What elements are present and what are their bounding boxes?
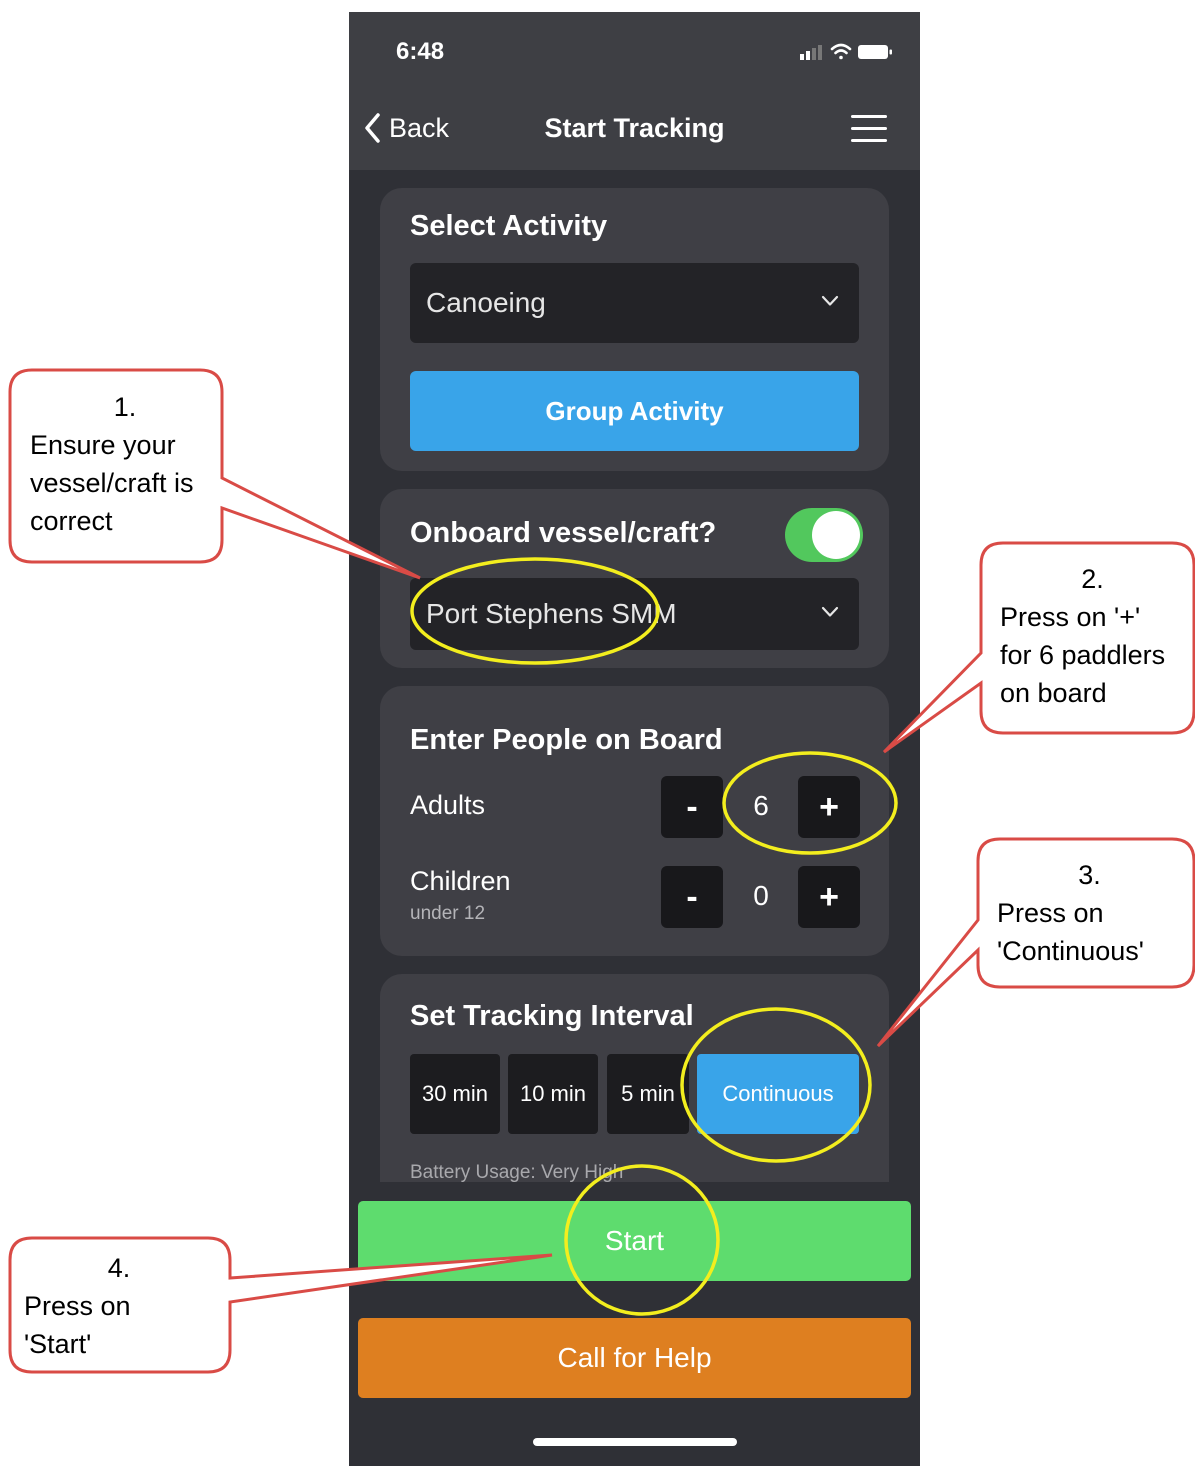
onboard-vessel-toggle[interactable] [785,508,863,562]
callout-3-line-1: Press on [997,898,1104,928]
callout-3-number: 3. [1078,860,1101,890]
start-button[interactable]: Start [358,1201,911,1281]
callout-1-line-2: vessel/craft is [30,468,194,498]
adults-label: Adults [410,790,486,820]
activity-card: Select Activity Canoeing Group Activity [380,188,889,471]
vessel-title: Onboard vessel/craft? [410,517,717,549]
status-time: 6:48 [396,38,445,65]
callout-4-number: 4. [107,1253,131,1283]
status-bar: 6:48 [349,12,920,92]
callout-2-number: 2. [1081,564,1104,594]
callout-4-line-1: Press on [24,1291,131,1321]
signal-icon [800,45,822,60]
chevron-down-icon [821,295,839,306]
vessel-select[interactable]: Port Stephens SMM [410,578,859,650]
adults-plus-button[interactable]: + [798,776,860,838]
callout-2-line-1: Press on '+' [1000,602,1141,632]
phone-screen: 6:48 Back Start Tracking Select Activity… [349,12,920,1466]
callout-4-line-2: 'Start' [24,1329,92,1359]
interval-option-5-min[interactable]: 5 min [607,1054,689,1134]
callout-2-text: 2. Press on '+' for 6 paddlers on board [1000,560,1185,712]
interval-option-10-min[interactable]: 10 min [508,1054,598,1134]
battery-icon [858,45,892,59]
children-label: Children [410,866,511,896]
callout-2-line-2: for 6 paddlers [1000,640,1166,670]
interval-title: Set Tracking Interval [410,1000,694,1032]
call-for-help-button[interactable]: Call for Help [358,1318,911,1398]
callout-1-line-1: Ensure your [30,430,176,460]
interval-option-30-min[interactable]: 30 min [410,1054,500,1134]
callout-1-number: 1. [113,392,137,422]
interval-card: Set Tracking Interval 30 min 10 min 5 mi… [380,974,889,1182]
callout-3-text: 3. Press on 'Continuous' [997,856,1182,970]
children-count: 0 [753,880,769,911]
people-card: Enter People on Board Adults - 6 + Child… [380,686,889,956]
callout-2-line-3: on board [1000,678,1107,708]
callout-1-line-3: correct [30,506,113,536]
callout-4-text: 4. Press on 'Start' [24,1249,214,1363]
vessel-selected-value: Port Stephens SMM [426,598,677,629]
children-sublabel: under 12 [410,903,486,924]
home-indicator [533,1438,737,1446]
adults-count: 6 [753,790,769,821]
people-title: Enter People on Board [410,724,723,756]
children-plus-button[interactable]: + [798,866,860,928]
children-minus-button[interactable]: - [661,866,723,928]
battery-usage-text: Battery Usage: Very High [410,1162,624,1183]
toggle-knob [812,511,860,559]
activity-select[interactable]: Canoeing [410,263,859,343]
activity-title: Select Activity [410,210,608,242]
wifi-icon [830,43,852,60]
page-title: Start Tracking [544,113,725,143]
group-activity-button[interactable]: Group Activity [410,371,859,451]
interval-option-continuous[interactable]: Continuous [697,1054,859,1134]
hamburger-menu-icon[interactable] [851,113,887,143]
system-status-icons [800,43,892,60]
callout-3-line-2: 'Continuous' [997,936,1144,966]
callout-1-text: 1. Ensure your vessel/craft is correct [30,388,210,540]
activity-selected-value: Canoeing [426,287,546,318]
adults-minus-button[interactable]: - [661,776,723,838]
chevron-down-icon [821,606,839,617]
vessel-card: Onboard vessel/craft? Port Stephens SMM [380,489,889,668]
